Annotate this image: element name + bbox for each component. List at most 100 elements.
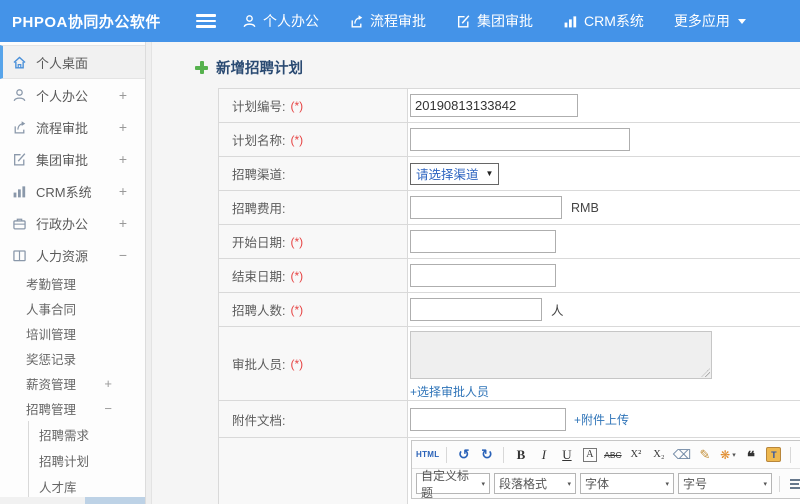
label-text: 招聘渠道:: [232, 168, 286, 182]
sidebar-item-label: CRM系统: [36, 184, 92, 200]
plan-number-input[interactable]: [410, 94, 578, 117]
channel-select[interactable]: 请选择渠道 ▼: [410, 162, 500, 185]
undo-icon[interactable]: ↺: [454, 445, 473, 465]
edit-icon: [457, 14, 470, 28]
start-date-input[interactable]: [410, 230, 556, 253]
sidebar-item-human-resources[interactable]: 人力资源 −: [0, 239, 145, 271]
label-text: 招聘人数:: [232, 304, 286, 318]
home-icon: [13, 56, 26, 69]
sidebar-item-workflow-approval[interactable]: 流程审批 +: [0, 111, 145, 143]
menu-toggle-icon[interactable]: [196, 14, 216, 28]
nav-personal-office[interactable]: 个人办公: [242, 11, 319, 31]
scrollbar-thumb[interactable]: [85, 497, 145, 504]
sidebar-item-recruit-mgmt[interactable]: 招聘管理 −: [0, 396, 145, 421]
form-row-editor: HTML ↺ ↻ B I U A ABC X² X₂ ⌫ ✎ ❋ ▾ ❝ T 自…: [219, 438, 800, 504]
sidebar-item-talent-pool[interactable]: 人才库: [29, 473, 145, 499]
sidebar-item-label: 个人桌面: [36, 55, 89, 71]
submenu-label: 奖惩记录: [26, 353, 77, 367]
page-title-text: 新增招聘计划: [216, 60, 303, 77]
form-row-end-date: 结束日期: (*): [219, 259, 800, 293]
editor-toolbar-row1: HTML ↺ ↻ B I U A ABC X² X₂ ⌫ ✎ ❋ ▾ ❝ T: [412, 441, 800, 469]
superscript-button[interactable]: X²: [626, 445, 645, 465]
submenu-label: 人事合同: [26, 303, 77, 317]
sidebar-item-hr-contracts[interactable]: 人事合同: [0, 296, 145, 321]
caret-down-icon: [737, 18, 746, 24]
attachment-input[interactable]: [410, 407, 566, 431]
format-brush-icon[interactable]: ✎: [695, 445, 714, 465]
bold-button[interactable]: B: [511, 445, 530, 465]
expand-plus-icon[interactable]: +: [119, 215, 127, 231]
nav-label: 集团审批: [477, 13, 533, 29]
sidebar-item-personal-office[interactable]: 个人办公 +: [0, 79, 145, 111]
submenu-label: 考勤管理: [26, 278, 77, 292]
blockquote-icon[interactable]: ❝: [741, 445, 760, 465]
sidebar-item-crm-system[interactable]: CRM系统 +: [0, 175, 145, 207]
font-family-select[interactable]: 字体 ▾: [580, 473, 674, 494]
paste-icon[interactable]: T: [766, 447, 782, 462]
currency-suffix: RMB: [571, 200, 599, 215]
sidebar-item-recruit-demand[interactable]: 招聘需求: [29, 421, 145, 447]
user-icon: [243, 14, 256, 27]
expand-plus-icon[interactable]: +: [119, 183, 127, 199]
required-mark: (*): [290, 234, 304, 249]
required-mark: (*): [290, 98, 304, 113]
italic-button[interactable]: I: [534, 445, 553, 465]
expand-minus-icon[interactable]: −: [104, 401, 112, 416]
subscript-button[interactable]: X₂: [649, 445, 668, 465]
field-label: 开始日期: (*): [219, 225, 408, 258]
nav-group-approval[interactable]: 集团审批: [456, 11, 533, 31]
label-text: 审批人员:: [232, 358, 286, 372]
flow-arrow-icon: [351, 14, 363, 28]
approvers-textarea[interactable]: [410, 331, 712, 379]
form-row-recruit-cost: 招聘费用: RMB: [219, 191, 800, 225]
sidebar-item-group-approval[interactable]: 集团审批 +: [0, 143, 145, 175]
underline-button[interactable]: U: [557, 445, 576, 465]
align-left-icon[interactable]: [790, 478, 800, 489]
resize-grip-icon[interactable]: [701, 368, 710, 377]
autotypeset-icon[interactable]: A: [583, 447, 597, 462]
expand-plus-icon[interactable]: +: [119, 87, 127, 103]
sidebar-item-salary-mgmt[interactable]: 薪资管理 +: [0, 371, 145, 396]
sidebar-item-label: 个人办公: [36, 88, 89, 104]
plan-name-input[interactable]: [410, 128, 630, 151]
strikethrough-button[interactable]: ABC: [603, 445, 622, 465]
sidebar-item-attendance-mgmt[interactable]: 考勤管理: [0, 271, 145, 296]
expand-minus-icon[interactable]: −: [119, 247, 127, 263]
sidebar-item-personal-desktop[interactable]: 个人桌面: [0, 45, 145, 79]
submenu-label: 人才库: [39, 480, 77, 495]
text-color-magic-icon[interactable]: ❋: [720, 448, 730, 462]
expand-plus-icon[interactable]: +: [119, 151, 127, 167]
expand-plus-icon[interactable]: +: [104, 376, 112, 391]
sidebar-recruit-submenu: 招聘需求 招聘计划 人才库: [28, 421, 145, 499]
attachment-upload-link[interactable]: +附件上传: [574, 411, 629, 428]
redo-icon[interactable]: ↻: [477, 445, 496, 465]
nav-more-apps[interactable]: 更多应用: [674, 11, 746, 31]
choose-approvers-link[interactable]: +选择审批人员: [410, 383, 489, 400]
nav-crm-system[interactable]: CRM系统: [563, 11, 644, 31]
expand-plus-icon[interactable]: +: [119, 119, 127, 135]
custom-title-select[interactable]: 自定义标题 ▾: [416, 469, 490, 500]
toolbar-separator: [779, 475, 780, 492]
form-row-approvers: 审批人员: (*) +选择审批人员: [219, 327, 800, 401]
paragraph-format-select[interactable]: 段落格式 ▾: [494, 473, 576, 494]
sidebar-item-label: 人力资源: [36, 248, 89, 264]
font-size-select[interactable]: 字号 ▾: [678, 473, 772, 494]
end-date-input[interactable]: [410, 264, 556, 287]
sidebar-item-label: 集团审批: [36, 152, 89, 168]
sidebar-item-recruit-plan[interactable]: 招聘计划: [29, 447, 145, 473]
recruit-cost-input[interactable]: [410, 196, 562, 219]
nav-workflow-approval[interactable]: 流程审批: [349, 11, 426, 31]
eraser-icon[interactable]: ⌫: [672, 445, 691, 465]
sidebar-horizontal-scrollbar[interactable]: [0, 497, 145, 504]
sidebar-item-reward-records[interactable]: 奖惩记录: [0, 346, 145, 371]
headcount-input[interactable]: [410, 298, 542, 321]
submenu-label: 招聘管理: [26, 403, 77, 417]
required-mark: (*): [290, 268, 304, 283]
html-source-button[interactable]: HTML: [416, 445, 439, 465]
app-window: PHPOA协同办公软件 个人办公 流程审批 集团审批 CRM系统 更多应用 个人…: [0, 0, 800, 504]
sidebar-item-training-mgmt[interactable]: 培训管理: [0, 321, 145, 346]
label-text: 招聘费用:: [232, 202, 286, 216]
form-row-attachment: 附件文档: +附件上传: [219, 401, 800, 438]
submenu-label: 招聘需求: [39, 428, 90, 443]
sidebar-item-admin-office[interactable]: 行政办公 +: [0, 207, 145, 239]
